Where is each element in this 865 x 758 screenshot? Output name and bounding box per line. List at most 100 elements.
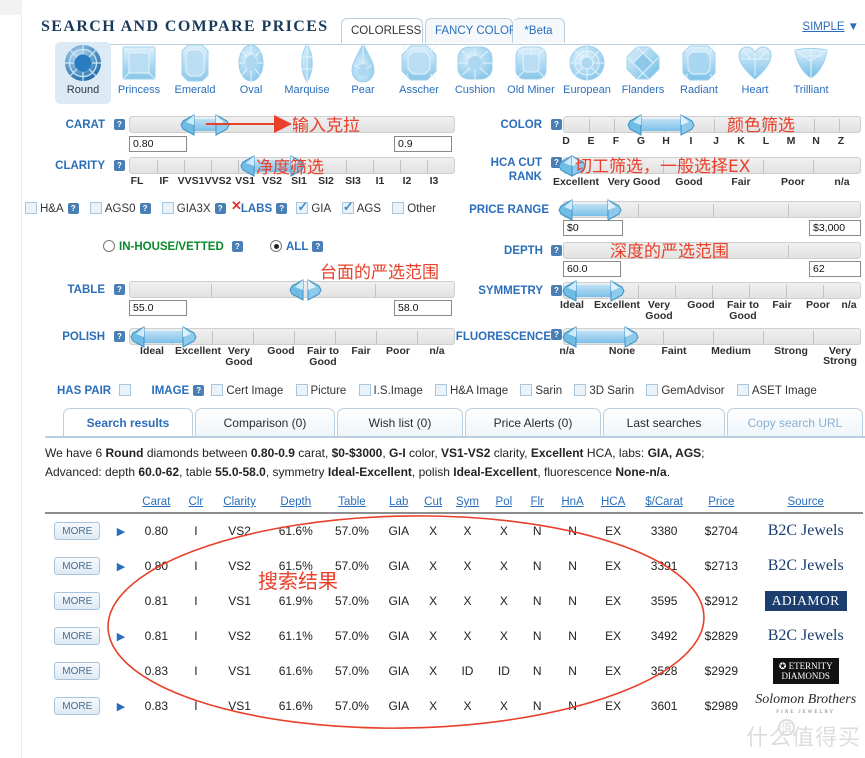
col-hca[interactable]: HCA: [592, 496, 634, 513]
shape-marquise[interactable]: Marquise: [279, 42, 335, 104]
cell-source[interactable]: ✪ ETERNITY DIAMONDS: [748, 653, 863, 688]
simple-mode-link[interactable]: SIMPLE ▼: [802, 21, 859, 33]
price-max-input[interactable]: $3,000: [809, 220, 861, 236]
table-row[interactable]: MORE ▶ 0.80 I VS2 61.6% 57.0% GIA X X X …: [45, 513, 863, 548]
table-slider-handle-max[interactable]: [306, 278, 322, 302]
col-lab[interactable]: Lab: [380, 496, 417, 513]
color-slider-track[interactable]: [563, 114, 861, 136]
aset-image-checkbox[interactable]: ASET Image: [736, 384, 817, 397]
polish-help-icon[interactable]: ?: [114, 331, 125, 342]
gia-checkbox-box[interactable]: [296, 199, 309, 215]
expand-triangle-icon[interactable]: ▶: [117, 561, 125, 573]
tab-colorless[interactable]: COLORLESS: [341, 18, 423, 43]
color-help-icon[interactable]: ?: [551, 119, 562, 130]
tab-wish-list[interactable]: Wish list (0): [337, 408, 463, 436]
shape-round[interactable]: Round: [55, 42, 111, 104]
gia3x-help-icon[interactable]: ?: [214, 203, 226, 214]
col-source[interactable]: Source: [748, 496, 863, 513]
depth-help-icon[interactable]: ?: [551, 245, 562, 256]
hca-slider-handle-max[interactable]: [570, 154, 586, 178]
shape-radiant[interactable]: Radiant: [671, 42, 727, 104]
fluorescence-slider-track[interactable]: [562, 326, 861, 348]
shape-cushion[interactable]: Cushion: [447, 42, 503, 104]
depth-max-input[interactable]: 62: [809, 261, 861, 277]
price-min-input[interactable]: $0: [563, 220, 623, 236]
cell-source[interactable]: B2C Jewels: [748, 548, 863, 583]
3d-sarin-checkbox-box[interactable]: [574, 384, 587, 396]
shape-asscher[interactable]: Asscher: [391, 42, 447, 104]
gemadvisor-checkbox[interactable]: GemAdvisor: [646, 384, 725, 397]
col-per-carat[interactable]: $/Carat: [634, 496, 694, 513]
col-depth[interactable]: Depth: [268, 496, 324, 513]
expand-triangle-icon[interactable]: ▶: [117, 631, 125, 643]
expand-cell[interactable]: ▶: [110, 618, 133, 653]
image-help-icon[interactable]: ?: [193, 385, 205, 396]
tab-beta[interactable]: *Beta: [513, 18, 565, 43]
expand-cell[interactable]: ▶: [110, 513, 133, 548]
shape-trilliant[interactable]: Trilliant: [783, 42, 839, 104]
ags0-checkbox-box[interactable]: [89, 202, 102, 214]
col-table[interactable]: Table: [324, 496, 380, 513]
table-row[interactable]: MORE 0.81 I VS1 61.9% 57.0% GIA X X X N …: [45, 583, 863, 618]
radio-all[interactable]: ALL: [270, 240, 308, 253]
cert-image-checkbox[interactable]: Cert Image: [211, 384, 283, 397]
ha-image-checkbox[interactable]: H&A Image: [434, 384, 508, 397]
tab-last-searches[interactable]: Last searches: [603, 408, 725, 436]
cell-source[interactable]: B2C Jewels: [748, 513, 863, 548]
expand-cell[interactable]: ▶: [110, 548, 133, 583]
carat-min-input[interactable]: 0.80: [129, 136, 187, 152]
table-min-input[interactable]: 55.0: [129, 300, 187, 316]
more-button[interactable]: MORE: [54, 696, 101, 715]
col-carat[interactable]: Carat: [132, 496, 180, 513]
sarin-checkbox[interactable]: Sarin: [520, 384, 562, 397]
clarity-slider-track[interactable]: [129, 155, 455, 177]
table-row[interactable]: MORE ▶ 0.81 I VS2 61.1% 57.0% GIA X X X …: [45, 618, 863, 653]
is-image-checkbox[interactable]: I.S.Image: [358, 384, 423, 397]
table-slider-track[interactable]: [129, 279, 455, 301]
more-button[interactable]: MORE: [54, 661, 101, 680]
shape-old-miner[interactable]: Old Miner: [503, 42, 559, 104]
source-logo-b2c-jewels[interactable]: B2C Jewels: [768, 557, 844, 574]
tab-search-results[interactable]: Search results: [63, 408, 193, 436]
ags-checkbox[interactable]: AGS: [341, 199, 381, 215]
shape-oval[interactable]: Oval: [223, 42, 279, 104]
price-slider-track[interactable]: [558, 199, 861, 221]
col-hna[interactable]: HnA: [553, 496, 593, 513]
carat-slider-handle-max[interactable]: [214, 113, 230, 137]
symmetry-help-icon[interactable]: ?: [551, 285, 562, 296]
radio-in-house-vetted[interactable]: IN-HOUSE/VETTED: [103, 240, 224, 253]
tab-fancy-color[interactable]: FANCY COLOR: [425, 18, 517, 43]
table-row[interactable]: MORE 0.83 I VS1 61.6% 57.0% GIA X ID ID …: [45, 653, 863, 688]
col-sym[interactable]: Sym: [449, 496, 486, 513]
shape-european[interactable]: European: [559, 42, 615, 104]
has-pair-checkbox[interactable]: [119, 384, 132, 396]
source-logo-b2c-jewels[interactable]: B2C Jewels: [768, 522, 844, 539]
cell-source[interactable]: B2C Jewels: [748, 618, 863, 653]
shape-heart[interactable]: Heart: [727, 42, 783, 104]
color-slider-handle-min[interactable]: [627, 113, 643, 137]
ags0-help-icon[interactable]: ?: [139, 203, 151, 214]
cell-source[interactable]: ADIAMOR: [748, 583, 863, 618]
in-house-radio-dot[interactable]: [103, 240, 115, 252]
shape-princess[interactable]: Princess: [111, 42, 167, 104]
ha-checkbox[interactable]: H&A: [25, 202, 64, 215]
more-button[interactable]: MORE: [54, 556, 101, 575]
source-logo-solomon-brothers[interactable]: Solomon Brothers FINE JEWELRY: [749, 692, 862, 719]
shape-flanders[interactable]: Flanders: [615, 42, 671, 104]
col-price[interactable]: Price: [694, 496, 748, 513]
carat-help-icon[interactable]: ?: [114, 119, 125, 130]
labs-help-icon[interactable]: ?: [276, 203, 288, 214]
ha-checkbox-box[interactable]: [25, 202, 37, 214]
cell-source[interactable]: Solomon Brothers FINE JEWELRY: [748, 688, 863, 723]
color-slider-handle-max[interactable]: [679, 113, 695, 137]
table-row[interactable]: MORE ▶ 0.80 I VS2 61.5% 57.0% GIA X X X …: [45, 548, 863, 583]
ags-checkbox-box[interactable]: [341, 199, 354, 215]
price-slider-handle-min[interactable]: [558, 198, 574, 222]
aset-image-checkbox-box[interactable]: [736, 384, 749, 396]
tab-copy-search-url[interactable]: Copy search URL: [727, 408, 863, 436]
col-flr[interactable]: Flr: [522, 496, 553, 513]
3d-sarin-checkbox[interactable]: 3D Sarin: [574, 384, 634, 397]
all-radio-dot[interactable]: [270, 240, 282, 252]
depth-min-input[interactable]: 60.0: [563, 261, 621, 277]
col-clarity[interactable]: Clarity: [211, 496, 267, 513]
